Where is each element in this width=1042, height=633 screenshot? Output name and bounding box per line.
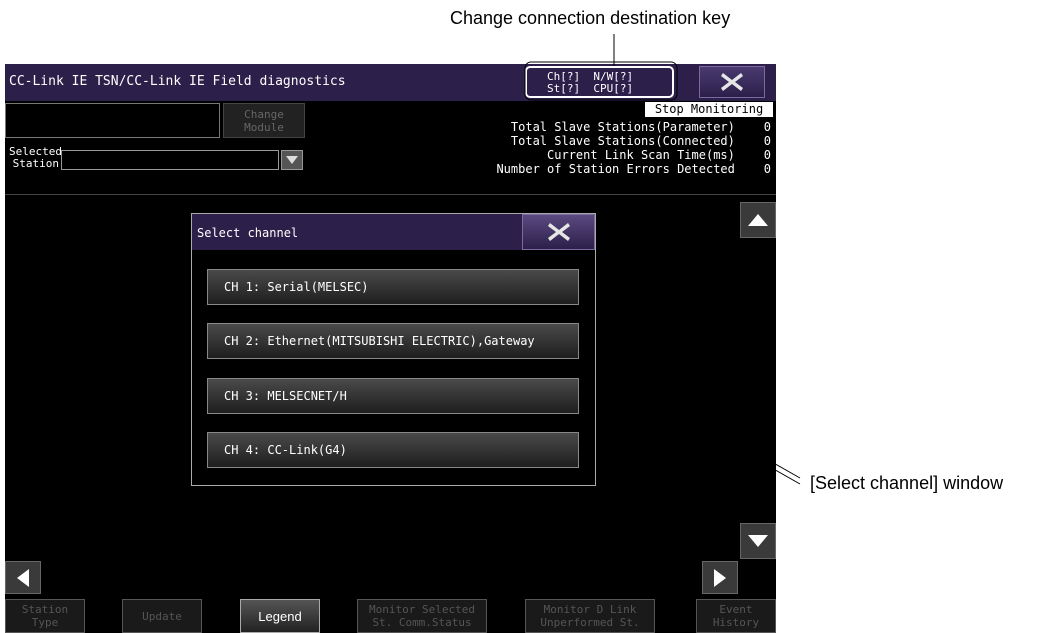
channel-3-button[interactable]: CH 3: MELSECNET/H — [207, 378, 579, 414]
triangle-left-icon — [17, 568, 29, 587]
station-type-button[interactable]: Station Type — [5, 599, 85, 633]
channel-1-button[interactable]: CH 1: Serial(MELSEC) — [207, 269, 579, 305]
bottom-function-bar: Station Type Update Legend Monitor Select… — [5, 596, 776, 633]
update-label: Update — [142, 609, 182, 623]
dialog-title-bar: Select channel — [192, 214, 595, 250]
event-history-label: Event History — [712, 603, 760, 629]
title-bar: CC-Link IE TSN/CC-Link IE Field diagnost… — [5, 64, 776, 101]
stat-station-errors: Number of Station Errors Detected 0 — [496, 162, 771, 176]
triangle-down-icon — [748, 535, 768, 547]
event-history-button[interactable]: Event History — [696, 599, 776, 633]
station-type-label: Station Type — [21, 603, 69, 629]
scroll-left-button[interactable] — [5, 561, 41, 594]
selected-station-label: Selected Station — [9, 145, 62, 170]
triangle-up-icon — [748, 214, 768, 226]
conn-channel-network: Ch[?] N/W[?] — [547, 70, 634, 83]
stat-link-scan-time: Current Link Scan Time(ms) 0 — [547, 148, 771, 162]
update-button[interactable]: Update — [122, 599, 202, 633]
stop-monitoring-button[interactable]: Stop Monitoring — [645, 102, 773, 117]
callout-connection-key: Change connection destination key — [450, 8, 731, 28]
monitor-dlink-label: Monitor D Link Unperformed St. — [540, 603, 640, 629]
change-connection-destination-key[interactable]: Ch[?] N/W[?] St[?] CPU[?] — [525, 66, 674, 98]
chevron-down-icon — [286, 156, 298, 164]
stat-total-slave-parameter: Total Slave Stations(Parameter) 0 — [510, 120, 771, 134]
monitor-dlink-unperformed-button[interactable]: Monitor D Link Unperformed St. — [525, 599, 655, 633]
scroll-right-button[interactable] — [702, 561, 738, 594]
callout-select-channel-window: [Select channel] window — [810, 473, 1004, 493]
change-module-button[interactable]: Change Module — [223, 103, 305, 138]
monitor-selected-station-button[interactable]: Monitor Selected St. Comm.Status — [357, 599, 487, 633]
legend-label: Legend — [258, 608, 302, 624]
dropdown-toggle-button[interactable] — [281, 150, 303, 170]
close-icon — [547, 223, 570, 241]
stat-total-slave-connected: Total Slave Stations(Connected) 0 — [510, 134, 771, 148]
selected-station-dropdown[interactable] — [61, 150, 279, 170]
select-channel-window: Select channel CH 1: Serial(MELSEC) CH 2… — [191, 213, 596, 486]
triangle-right-icon — [714, 568, 726, 587]
module-display — [5, 103, 220, 138]
dialog-title: Select channel — [197, 226, 299, 240]
legend-button[interactable]: Legend — [240, 599, 320, 633]
channel-4-button[interactable]: CH 4: CC-Link(G4) — [207, 432, 579, 468]
channel-2-button[interactable]: CH 2: Ethernet(MITSUBISHI ELECTRIC),Gate… — [207, 323, 579, 359]
monitor-selected-label: Monitor Selected St. Comm.Status — [369, 603, 475, 629]
conn-station-cpu: St[?] CPU[?] — [547, 82, 634, 95]
dialog-close-button[interactable] — [522, 214, 595, 250]
scroll-up-button[interactable] — [740, 202, 776, 238]
change-module-label: Change Module — [244, 108, 284, 134]
close-icon — [721, 73, 743, 91]
scroll-down-button[interactable] — [740, 523, 776, 559]
screen-title: CC-Link IE TSN/CC-Link IE Field diagnost… — [9, 74, 346, 89]
got-screen: CC-Link IE TSN/CC-Link IE Field diagnost… — [5, 64, 776, 633]
close-button[interactable] — [699, 66, 765, 98]
